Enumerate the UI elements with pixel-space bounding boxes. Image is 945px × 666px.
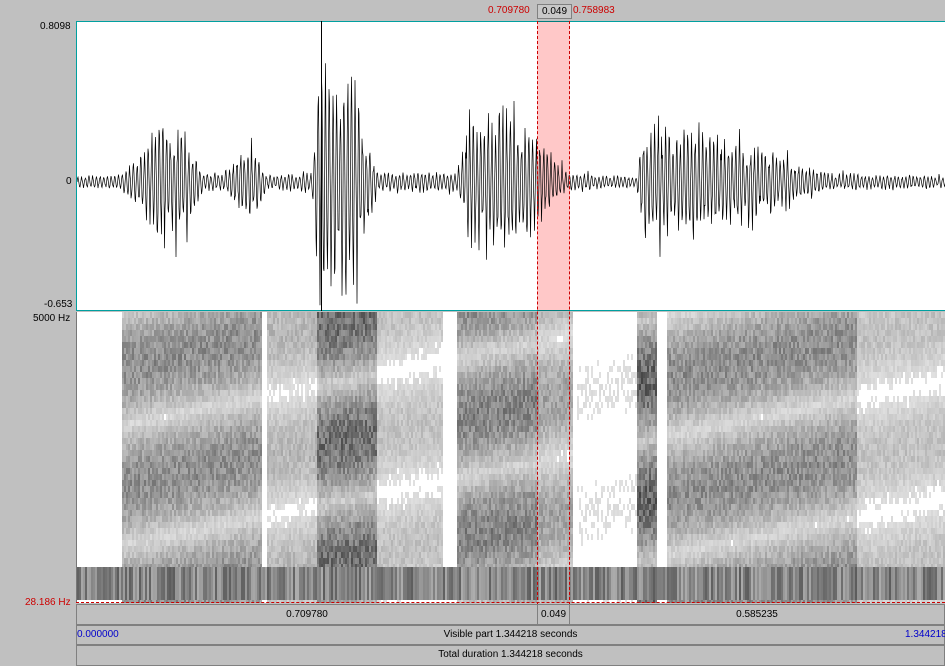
selection-start-label: 0.709780	[488, 5, 530, 16]
segment-after-label: 0.585235	[736, 609, 778, 620]
segment-before-selection[interactable]: 0.709780	[76, 604, 538, 625]
spectrogram-panel[interactable]	[76, 312, 945, 603]
selection-start-line[interactable]	[537, 21, 538, 625]
selection-highlight	[537, 21, 570, 311]
spectrogram-image	[77, 312, 945, 603]
waveform-graph	[77, 63, 945, 306]
segment-before-label: 0.709780	[286, 609, 328, 620]
waveform-ymax-label: 0.8098	[40, 21, 71, 32]
selection-duration-label[interactable]: 0.049	[537, 4, 572, 19]
waveform-ymin-label: -0.653	[44, 299, 73, 310]
waveform-panel[interactable]	[76, 21, 945, 311]
cursor-line	[321, 21, 322, 311]
segment-selection[interactable]: 0.049	[537, 604, 570, 625]
total-duration-label: Total duration 1.344218 seconds	[438, 649, 583, 660]
spectrogram-texture	[77, 312, 945, 603]
selection-end-line[interactable]	[569, 21, 570, 625]
total-duration-bar[interactable]: Total duration 1.344218 seconds	[76, 645, 945, 666]
selection-end-label: 0.758983	[573, 5, 615, 16]
visible-part-label: Visible part 1.344218 seconds	[443, 629, 578, 640]
waveform-trace	[77, 63, 945, 306]
visible-end-label: 1.344218	[905, 629, 945, 640]
spectrogram-freq-min-label: 28.186 Hz	[25, 597, 71, 608]
spectrogram-floor-line	[76, 602, 945, 603]
visible-part-bar[interactable]: 0.000000 Visible part 1.344218 seconds 1…	[76, 625, 945, 645]
segment-after-selection[interactable]: 0.585235	[569, 604, 945, 625]
visible-start-label: 0.000000	[77, 629, 119, 640]
spectrogram-freq-max-label: 5000 Hz	[33, 313, 71, 324]
waveform-zero-label: 0	[66, 176, 72, 187]
segment-selection-label: 0.049	[540, 609, 567, 620]
